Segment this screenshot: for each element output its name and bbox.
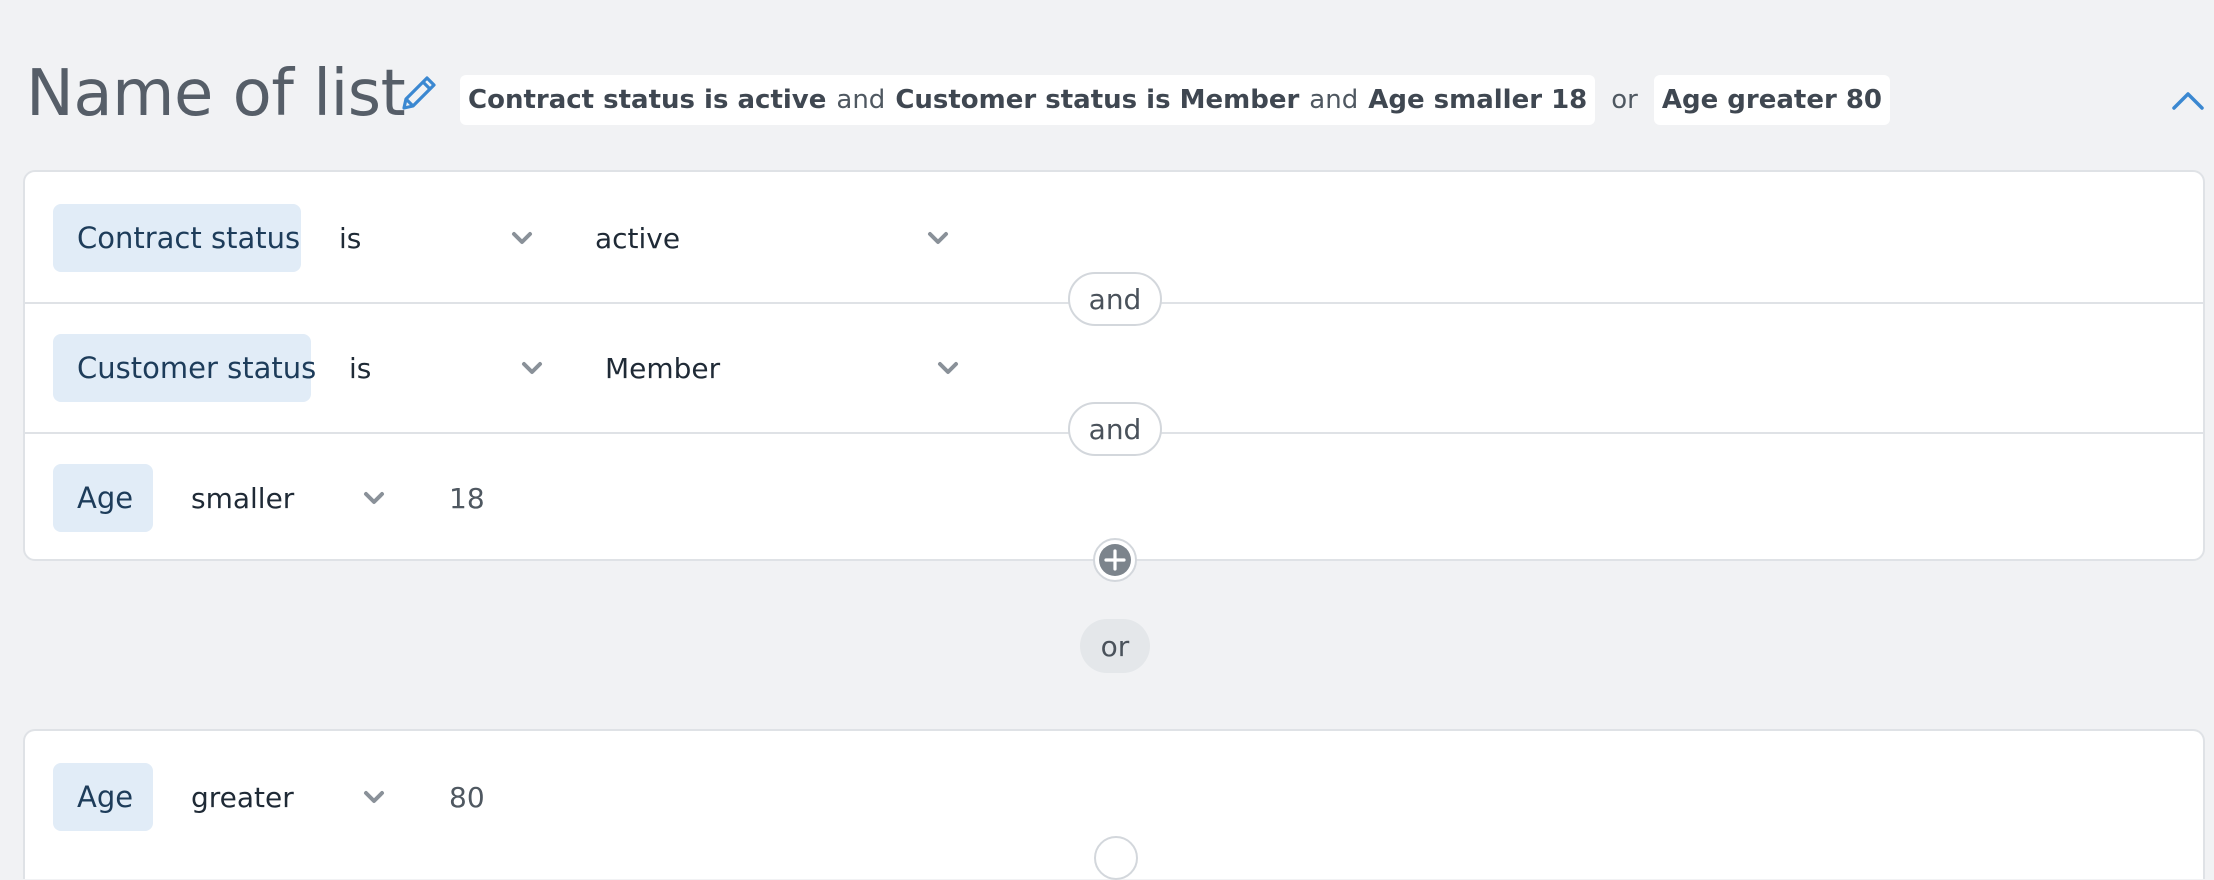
filter-summary: Contract status is active and Customer s… <box>460 75 1891 125</box>
chevron-down-icon[interactable] <box>511 230 533 246</box>
list-header: Name of list Contract status is active a… <box>0 0 2214 170</box>
or-connector[interactable]: or <box>1080 619 1150 673</box>
operator-select[interactable]: smaller <box>191 464 294 532</box>
value-select[interactable]: Member <box>605 334 720 402</box>
field-chip[interactable]: Age <box>53 763 153 831</box>
operator-select[interactable]: greater <box>191 763 294 831</box>
chevron-down-icon[interactable] <box>521 360 543 376</box>
and-connector[interactable]: and <box>1068 402 1162 456</box>
summary-chip-group-1[interactable]: Contract status is active and Customer s… <box>460 75 1596 125</box>
plus-circle-icon[interactable] <box>1092 537 1138 583</box>
field-chip[interactable]: Customer status <box>53 334 316 402</box>
value-input[interactable]: 18 <box>449 464 485 532</box>
value-select[interactable]: active <box>595 204 680 272</box>
pencil-icon[interactable] <box>396 72 440 116</box>
summary-condition: Age greater 80 <box>1661 85 1883 115</box>
summary-condition: Customer status is Member <box>895 85 1300 115</box>
summary-chip-group-2[interactable]: Age greater 80 <box>1653 75 1891 125</box>
plus-circle-icon[interactable] <box>1094 836 1138 880</box>
summary-condition: Age smaller 18 <box>1368 85 1588 115</box>
chevron-down-icon[interactable] <box>363 490 385 506</box>
operator-select[interactable]: is <box>349 334 371 402</box>
summary-condition: Contract status is active <box>468 85 827 115</box>
and-connector[interactable]: and <box>1068 272 1162 326</box>
chevron-down-icon[interactable] <box>937 360 959 376</box>
operator-select[interactable]: is <box>339 204 361 272</box>
summary-connector: and <box>836 85 886 115</box>
condition-group-1: Contract status is active Customer statu… <box>23 170 2205 561</box>
value-input[interactable]: 80 <box>449 763 485 831</box>
field-chip[interactable]: Contract status <box>53 204 301 272</box>
chevron-down-icon[interactable] <box>363 789 385 805</box>
summary-or-connector: or <box>1611 85 1638 115</box>
field-chip[interactable]: Age <box>53 464 153 532</box>
list-title: Name of list <box>26 57 406 131</box>
chevron-down-icon[interactable] <box>927 230 949 246</box>
summary-connector: and <box>1309 85 1359 115</box>
chevron-up-icon[interactable] <box>2170 86 2206 116</box>
